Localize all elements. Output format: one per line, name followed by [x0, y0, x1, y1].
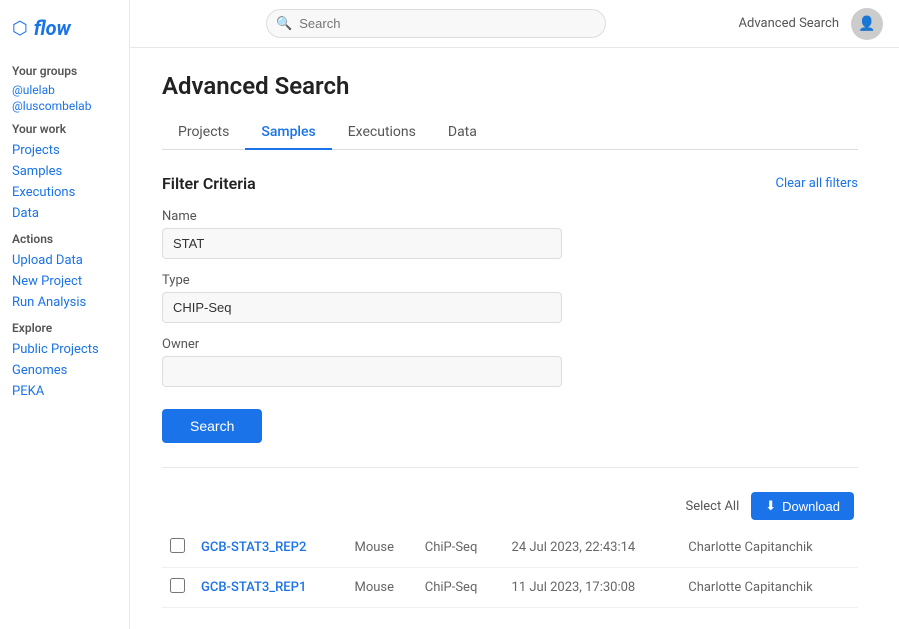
table-row: GCB-STAT3_REP1 Mouse ChiP-Seq 11 Jul 202…: [162, 568, 858, 608]
search-button[interactable]: Search: [162, 409, 262, 443]
logo-text: flow: [34, 16, 71, 40]
owner-filter-label: Owner: [162, 337, 858, 352]
sample-date-1: 24 Jul 2023, 22:43:14: [504, 528, 681, 568]
tabs: Projects Samples Executions Data: [162, 116, 858, 150]
nav-executions[interactable]: Executions: [0, 182, 129, 203]
page-title: Advanced Search: [162, 72, 858, 100]
sample-organism-1: Mouse: [347, 528, 417, 568]
logo: ⬡ flow: [0, 12, 129, 56]
nav-run-analysis[interactable]: Run Analysis: [0, 292, 129, 313]
sample-organism-2: Mouse: [347, 568, 417, 608]
name-filter-field: Name: [162, 209, 858, 259]
results-toolbar: Select All ⬇ Download: [162, 492, 858, 520]
search-icon: 🔍: [276, 16, 292, 31]
select-all-label: Select All: [686, 499, 740, 514]
download-button[interactable]: ⬇ Download: [751, 492, 854, 520]
sample-owner-2: Charlotte Capitanchik: [680, 568, 858, 608]
sample-name-1[interactable]: GCB-STAT3_REP2: [193, 528, 347, 568]
sample-type-1: ChiP-Seq: [417, 528, 504, 568]
group-luscombelab[interactable]: @luscombelab: [0, 98, 129, 114]
download-icon: ⬇: [765, 498, 776, 514]
tab-samples[interactable]: Samples: [245, 116, 331, 150]
filter-title: Filter Criteria: [162, 174, 256, 193]
clear-all-filters-link[interactable]: Clear all filters: [776, 176, 858, 191]
sample-type-2: ChiP-Seq: [417, 568, 504, 608]
advanced-search-link[interactable]: Advanced Search: [739, 16, 839, 31]
nav-public-projects[interactable]: Public Projects: [0, 339, 129, 360]
sample-name-2[interactable]: GCB-STAT3_REP1: [193, 568, 347, 608]
actions-section-label: Actions: [0, 224, 129, 250]
owner-filter-field: Owner: [162, 337, 858, 387]
nav-new-project[interactable]: New Project: [0, 271, 129, 292]
groups-section-label: Your groups: [0, 56, 129, 82]
work-section-label: Your work: [0, 114, 129, 140]
name-filter-input[interactable]: [162, 228, 562, 259]
tab-data[interactable]: Data: [432, 116, 493, 150]
type-filter-input[interactable]: [162, 292, 562, 323]
table-row: GCB-STAT3_REP2 Mouse ChiP-Seq 24 Jul 202…: [162, 528, 858, 568]
filter-header: Filter Criteria Clear all filters: [162, 174, 858, 193]
topbar: 🔍 Advanced Search 👤: [130, 0, 899, 48]
nav-genomes[interactable]: Genomes: [0, 360, 129, 381]
name-filter-label: Name: [162, 209, 858, 224]
nav-data[interactable]: Data: [0, 203, 129, 224]
global-search-bar[interactable]: 🔍: [266, 9, 606, 38]
nav-peka[interactable]: PEKA: [0, 381, 129, 402]
global-search-input[interactable]: [266, 9, 606, 38]
explore-section-label: Explore: [0, 313, 129, 339]
nav-projects[interactable]: Projects: [0, 140, 129, 161]
row-checkbox-2[interactable]: [170, 578, 185, 593]
type-filter-label: Type: [162, 273, 858, 288]
owner-filter-input[interactable]: [162, 356, 562, 387]
sample-owner-1: Charlotte Capitanchik: [680, 528, 858, 568]
download-button-label: Download: [782, 499, 840, 514]
main-content: Advanced Search Projects Samples Executi…: [130, 48, 899, 629]
logo-icon: ⬡: [12, 18, 28, 39]
results-divider: [162, 467, 858, 468]
user-avatar[interactable]: 👤: [851, 8, 883, 40]
type-filter-field: Type: [162, 273, 858, 323]
group-ulelab[interactable]: @ulelab: [0, 82, 129, 98]
tab-projects[interactable]: Projects: [162, 116, 245, 150]
nav-samples[interactable]: Samples: [0, 161, 129, 182]
results-table: GCB-STAT3_REP2 Mouse ChiP-Seq 24 Jul 202…: [162, 528, 858, 608]
sample-date-2: 11 Jul 2023, 17:30:08: [504, 568, 681, 608]
sidebar: ⬡ flow Your groups @ulelab @luscombelab …: [0, 0, 130, 629]
tab-executions[interactable]: Executions: [332, 116, 432, 150]
row-checkbox-1[interactable]: [170, 538, 185, 553]
nav-upload-data[interactable]: Upload Data: [0, 250, 129, 271]
